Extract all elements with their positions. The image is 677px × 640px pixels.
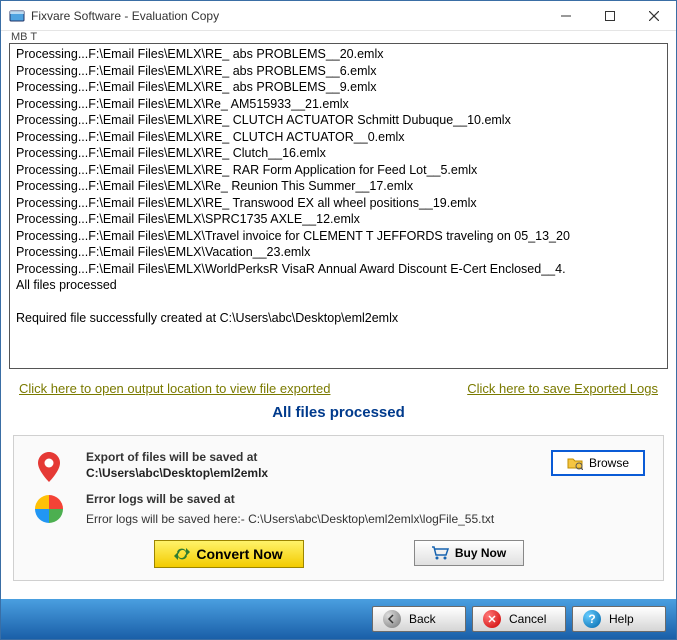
folder-icon [567, 456, 583, 470]
save-logs-link[interactable]: Click here to save Exported Logs [467, 381, 658, 396]
convert-label: Convert Now [196, 546, 282, 562]
titlebar: Fixvare Software - Evaluation Copy [1, 1, 676, 31]
back-label: Back [409, 612, 436, 626]
status-message: All files processed [9, 398, 668, 431]
menubar-fragment: MB T [1, 31, 676, 43]
close-button[interactable] [632, 1, 676, 31]
browse-label: Browse [589, 456, 629, 470]
browse-button[interactable]: Browse [551, 450, 645, 476]
pie-chart-icon [32, 492, 66, 526]
processing-log[interactable]: Processing...F:\Email Files\EMLX\RE_ abs… [9, 43, 668, 369]
export-location-row: Export of files will be saved at C:\User… [32, 450, 645, 484]
error-log-row: Error logs will be saved at Error logs w… [32, 492, 645, 526]
export-location-text: Export of files will be saved at C:\User… [86, 450, 531, 480]
error-log-path: Error logs will be saved here:- C:\Users… [86, 512, 645, 526]
cancel-button[interactable]: Cancel [472, 606, 566, 632]
cancel-x-icon [483, 610, 501, 628]
export-location-label: Export of files will be saved at [86, 450, 531, 464]
help-label: Help [609, 612, 634, 626]
app-window: Fixvare Software - Evaluation Copy MB T … [0, 0, 677, 640]
minimize-button[interactable] [544, 1, 588, 31]
help-question-icon: ? [583, 610, 601, 628]
back-arrow-icon [383, 610, 401, 628]
options-panel: Export of files will be saved at C:\User… [13, 435, 664, 581]
location-pin-icon [32, 450, 66, 484]
maximize-button[interactable] [588, 1, 632, 31]
buy-now-button[interactable]: Buy Now [414, 540, 524, 566]
cart-icon [431, 546, 449, 560]
open-output-link[interactable]: Click here to open output location to vi… [19, 381, 330, 396]
buy-label: Buy Now [455, 546, 506, 560]
app-icon [9, 8, 25, 24]
back-button[interactable]: Back [372, 606, 466, 632]
wizard-navbar: Back Cancel ? Help [1, 599, 676, 639]
cycle-arrows-icon [174, 547, 190, 561]
links-row: Click here to open output location to vi… [9, 369, 668, 398]
content-area: Processing...F:\Email Files\EMLX\RE_ abs… [1, 43, 676, 599]
export-location-path: C:\Users\abc\Desktop\eml2emlx [86, 466, 531, 480]
help-button[interactable]: ? Help [572, 606, 666, 632]
cancel-label: Cancel [509, 612, 546, 626]
error-log-text: Error logs will be saved at Error logs w… [86, 492, 645, 526]
error-log-label: Error logs will be saved at [86, 492, 645, 506]
window-title: Fixvare Software - Evaluation Copy [31, 9, 544, 23]
convert-now-button[interactable]: Convert Now [154, 540, 304, 568]
action-row: Convert Now Buy Now [32, 534, 645, 570]
